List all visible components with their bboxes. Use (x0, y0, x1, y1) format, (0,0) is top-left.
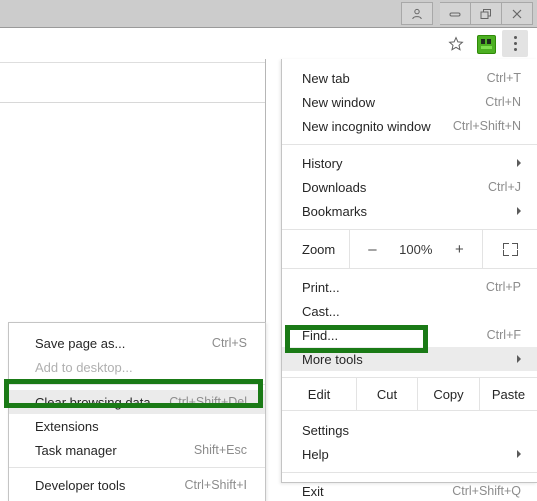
menu-item-cast[interactable]: Cast... (282, 299, 537, 323)
menu-item-label: Find... (302, 327, 339, 343)
edit-label: Edit (307, 386, 331, 402)
submenu-item-accelerator: Shift+Esc (193, 443, 247, 457)
copy-button[interactable]: Copy (417, 378, 479, 410)
fullscreen-button[interactable] (483, 230, 537, 268)
submenu-item-accelerator: Ctrl+Shift+I (184, 478, 247, 492)
minimize-icon (449, 12, 461, 16)
menu-item-help[interactable]: Help (282, 442, 537, 466)
menu-item-label: Exit (302, 483, 324, 499)
fullscreen-icon (502, 242, 518, 256)
submenu-item-accelerator: Ctrl+S (211, 336, 247, 350)
title-bar (0, 0, 537, 28)
menu-item-label: New window (302, 94, 375, 110)
menu-item-label: New tab (302, 70, 350, 86)
menu-item-label: Cast... (302, 303, 340, 319)
menu-item-label: Settings (302, 422, 349, 438)
close-icon (512, 9, 522, 18)
submenu-item-accelerator: Ctrl+Shift+Del (169, 395, 247, 409)
profile-button[interactable] (401, 2, 433, 25)
menu-item-accelerator: Ctrl+J (488, 180, 521, 194)
menu-item-new-incognito-window[interactable]: New incognito window Ctrl+Shift+N (282, 114, 537, 138)
menu-separator (282, 472, 537, 473)
submenu-item-label: Task manager (35, 442, 117, 458)
submenu-separator (9, 467, 265, 468)
submenu-item-label: Developer tools (35, 477, 126, 493)
chevron-right-icon (517, 450, 521, 458)
cut-button[interactable]: Cut (356, 378, 417, 410)
lastpass-extension-icon (476, 34, 496, 54)
page-top-strip (0, 59, 266, 103)
menu-item-accelerator: Ctrl+N (485, 95, 521, 109)
menu-item-new-window[interactable]: New window Ctrl+N (282, 90, 537, 114)
menu-item-find[interactable]: Find... Ctrl+F (282, 323, 537, 347)
submenu-item-add-to-desktop: Add to desktop... (9, 355, 265, 379)
person-icon (412, 8, 422, 19)
submenu-item-label: Extensions (35, 418, 99, 434)
menu-item-more-tools[interactable]: More tools (282, 347, 537, 371)
submenu-item-extensions[interactable]: Extensions (9, 414, 265, 438)
submenu-item-save-page-as[interactable]: Save page as... Ctrl+S (9, 331, 265, 355)
close-button[interactable] (502, 2, 533, 25)
menu-item-label: New incognito window (302, 118, 431, 134)
chrome-main-menu: New tab Ctrl+T New window Ctrl+N New inc… (281, 59, 537, 499)
submenu-item-label: Clear browsing data... (35, 394, 162, 410)
menu-item-accelerator: Ctrl+Shift+Q (452, 484, 521, 498)
submenu-item-task-manager[interactable]: Task manager Shift+Esc (9, 438, 265, 462)
menu-item-bookmarks[interactable]: Bookmarks (282, 199, 537, 223)
submenu-item-developer-tools[interactable]: Developer tools Ctrl+Shift+I (9, 473, 265, 497)
chevron-right-icon (517, 207, 521, 215)
menu-item-exit[interactable]: Exit Ctrl+Shift+Q (282, 479, 537, 501)
zoom-level-value: 100% (399, 241, 433, 257)
menu-item-label: Bookmarks (302, 203, 368, 219)
zoom-label: Zoom (302, 241, 336, 257)
menu-separator (282, 144, 537, 145)
lastpass-extension-button[interactable] (474, 32, 498, 56)
menu-item-accelerator: Ctrl+Shift+N (452, 119, 521, 133)
menu-item-print[interactable]: Print... Ctrl+P (282, 275, 537, 299)
paste-button[interactable]: Paste (479, 378, 537, 410)
menu-item-accelerator: Ctrl+F (486, 328, 521, 342)
menu-item-settings[interactable]: Settings (282, 418, 537, 442)
chrome-menu-button[interactable] (502, 30, 528, 57)
window-controls (401, 2, 533, 25)
browser-window: New tab Ctrl+T New window Ctrl+N New inc… (0, 0, 537, 501)
menu-item-accelerator: Ctrl+P (485, 280, 521, 294)
menu-edit-row: Edit Cut Copy Paste (282, 377, 537, 411)
chevron-right-icon (517, 159, 521, 167)
submenu-separator (9, 384, 265, 385)
menu-item-downloads[interactable]: Downloads Ctrl+J (282, 175, 537, 199)
submenu-item-clear-browsing-data[interactable]: Clear browsing data... Ctrl+Shift+Del (9, 390, 265, 414)
menu-item-label: More tools (302, 351, 363, 367)
menu-item-label: Help (302, 446, 329, 462)
submenu-item-label: Save page as... (35, 335, 126, 351)
menu-item-label: Print... (302, 279, 340, 295)
browser-toolbar (0, 28, 537, 60)
zoom-controls: – 100% + (349, 230, 483, 268)
zoom-out-button[interactable]: – (362, 241, 382, 258)
star-icon (448, 36, 464, 51)
restore-icon (480, 8, 491, 19)
submenu-item-label: Add to desktop... (35, 359, 133, 375)
bookmark-star-button[interactable] (444, 32, 468, 56)
menu-item-new-tab[interactable]: New tab Ctrl+T (282, 66, 537, 90)
chevron-right-icon (517, 355, 521, 363)
menu-item-accelerator: Ctrl+T (486, 71, 521, 85)
restore-button[interactable] (471, 2, 502, 25)
three-dot-menu-icon (513, 36, 517, 51)
minimize-button[interactable] (440, 2, 471, 25)
menu-item-label: Downloads (302, 179, 367, 195)
menu-zoom-row: Zoom – 100% + (282, 229, 537, 269)
menu-item-history[interactable]: History (282, 151, 537, 175)
menu-item-label: History (302, 155, 343, 171)
zoom-in-button[interactable]: + (449, 241, 470, 258)
more-tools-submenu: Save page as... Ctrl+S Add to desktop...… (8, 322, 266, 501)
